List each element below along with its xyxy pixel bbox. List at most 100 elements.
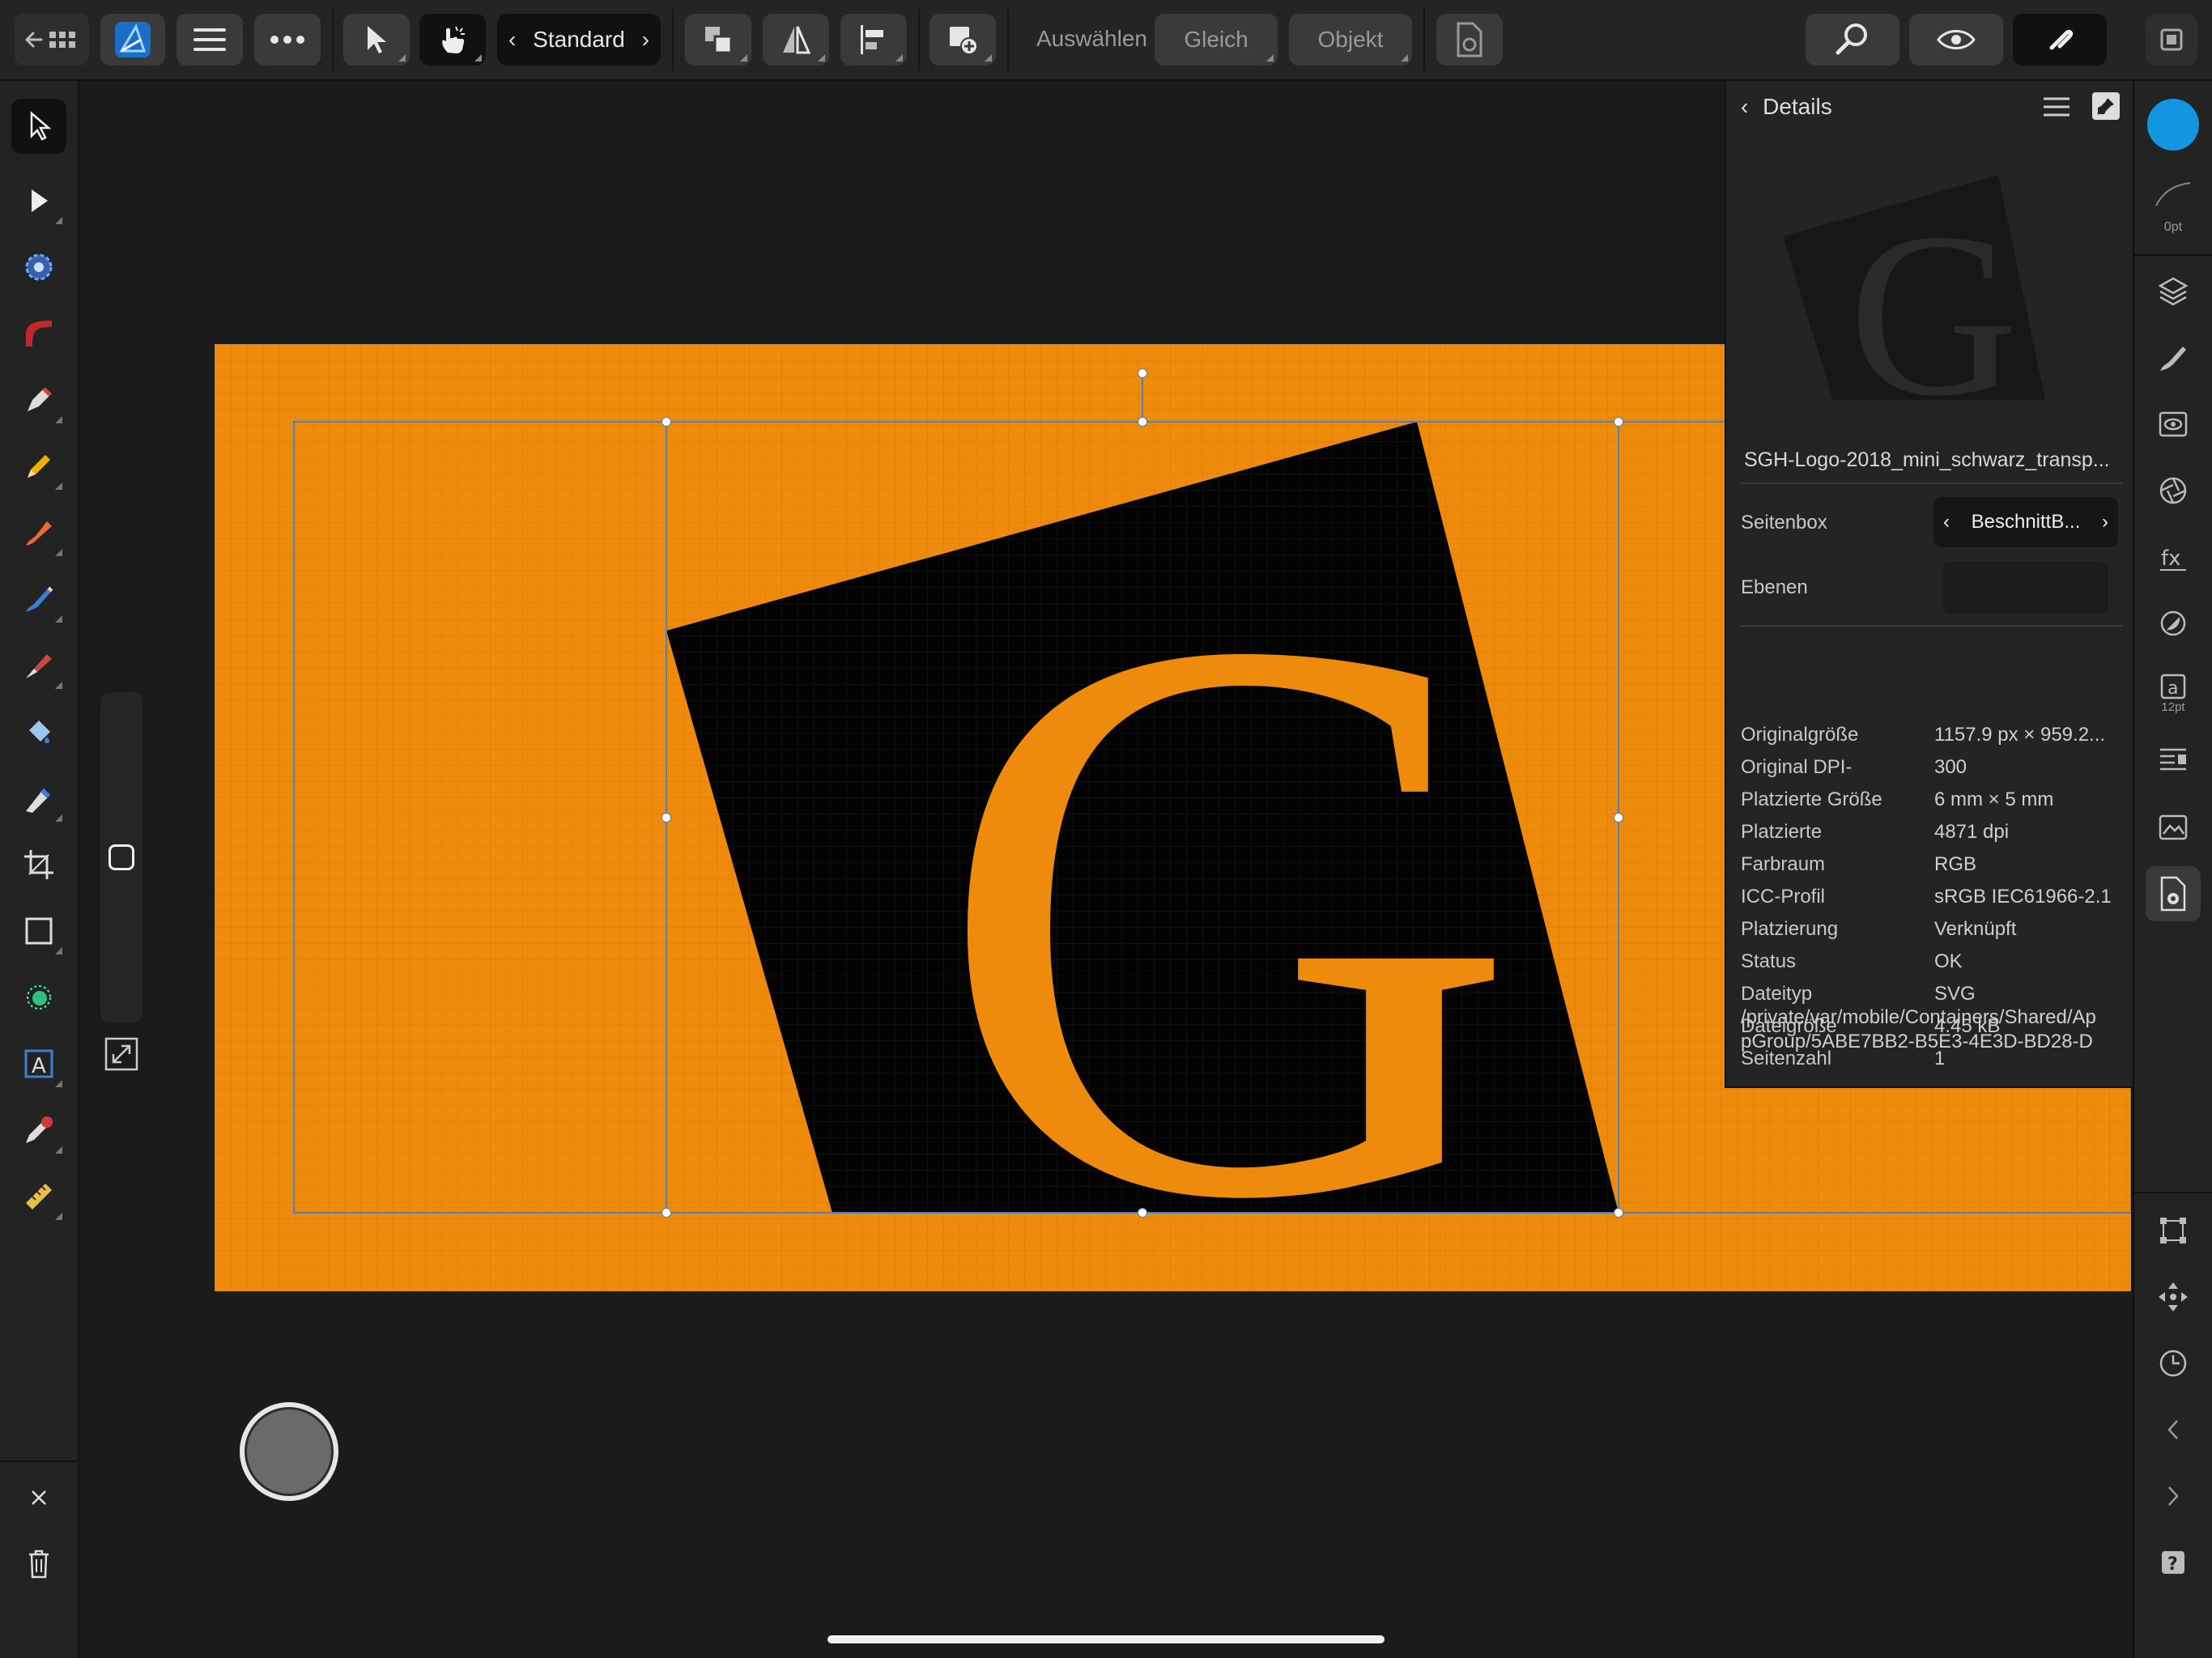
close-button[interactable] bbox=[11, 1470, 66, 1525]
rectangle-tool[interactable] bbox=[11, 903, 66, 959]
snapping-button[interactable] bbox=[2013, 14, 2107, 66]
details-back-button[interactable]: ‹ Details bbox=[1741, 94, 1832, 120]
resize-handle-bottom-right[interactable] bbox=[1614, 1208, 1623, 1218]
select-same-button[interactable]: Gleich bbox=[1155, 14, 1278, 66]
property-key: ICC-Profil bbox=[1741, 886, 1826, 908]
artistic-text-tool[interactable]: A bbox=[11, 1036, 66, 1091]
pencil-tool[interactable] bbox=[11, 439, 66, 494]
symbols-studio-button[interactable] bbox=[2146, 463, 2201, 518]
delete-button[interactable] bbox=[11, 1537, 66, 1592]
document-settings-button[interactable] bbox=[1436, 14, 1503, 66]
back-to-home-button[interactable] bbox=[15, 14, 89, 66]
resize-handle-top-left[interactable] bbox=[661, 417, 671, 427]
transform-studio-button[interactable] bbox=[2146, 1203, 2201, 1258]
transform-list-studio-button[interactable] bbox=[2146, 733, 2201, 789]
property-key: Status bbox=[1741, 950, 1797, 972]
fill-tool[interactable] bbox=[11, 704, 66, 759]
document-gear-icon bbox=[1457, 22, 1482, 57]
page-box-selector[interactable]: ‹ BeschnittB... › bbox=[1933, 497, 2118, 547]
chevron-left-icon[interactable]: ‹ bbox=[508, 27, 516, 53]
view-zoom-button[interactable] bbox=[1806, 14, 1899, 66]
text-styles-studio-button[interactable]: a 12pt bbox=[2146, 662, 2201, 724]
measure-tool[interactable] bbox=[11, 1169, 66, 1224]
navigator-studio-button[interactable] bbox=[2146, 1269, 2201, 1324]
toolbar-divider bbox=[672, 8, 674, 71]
align-button[interactable] bbox=[840, 14, 907, 66]
resource-manager-studio-button[interactable] bbox=[2146, 866, 2201, 921]
persona-mode-selector[interactable]: ‹ Standard › bbox=[497, 14, 661, 66]
pen-tool[interactable] bbox=[11, 372, 66, 427]
studio-divider bbox=[2134, 254, 2212, 256]
layers-selector[interactable] bbox=[1943, 562, 2108, 614]
chevron-left-icon[interactable]: ‹ bbox=[1943, 511, 1950, 534]
resize-handle-top[interactable] bbox=[1138, 417, 1147, 427]
studio-toggle-button[interactable] bbox=[2146, 14, 2197, 66]
resource-path-line: pGroup/5ABE7BB2-B5E3-4E3D-BD28-D bbox=[1741, 1031, 2093, 1052]
move-tool[interactable] bbox=[11, 99, 66, 154]
move-arrows-icon bbox=[2159, 1282, 2188, 1312]
appearance-studio-button[interactable] bbox=[2146, 397, 2201, 452]
styles-studio-button[interactable] bbox=[2146, 596, 2201, 651]
selection-mode-button[interactable] bbox=[343, 14, 410, 66]
home-indicator[interactable] bbox=[827, 1635, 1385, 1643]
resize-handle-right[interactable] bbox=[1614, 813, 1623, 823]
context-slider[interactable] bbox=[100, 692, 143, 1022]
hamburger-icon bbox=[194, 28, 226, 51]
stroke-width-button[interactable] bbox=[2146, 172, 2201, 217]
arrange-button[interactable] bbox=[685, 14, 751, 66]
resize-handle-bottom-left[interactable] bbox=[661, 1208, 671, 1218]
shape-builder-tool[interactable] bbox=[11, 970, 66, 1025]
details-menu-button[interactable] bbox=[2042, 96, 2074, 120]
boolean-add-button[interactable] bbox=[929, 14, 996, 66]
property-key: Platzierte bbox=[1741, 821, 1823, 843]
layers-studio-button[interactable] bbox=[2146, 264, 2201, 319]
resize-handle-bottom[interactable] bbox=[1138, 1208, 1147, 1218]
node-tool[interactable] bbox=[11, 173, 66, 228]
corner-tool-icon bbox=[25, 253, 53, 281]
pixel-brush-tool[interactable] bbox=[11, 638, 66, 693]
crop-tool[interactable] bbox=[11, 837, 66, 892]
more-options-button[interactable] bbox=[254, 14, 321, 66]
corner-tool[interactable] bbox=[11, 240, 66, 295]
node-arrow-icon bbox=[32, 189, 48, 212]
property-key: Dateityp bbox=[1741, 983, 1813, 1005]
collapse-studio-right-button[interactable] bbox=[2146, 1469, 2201, 1524]
collapse-studio-left-button[interactable] bbox=[2146, 1402, 2201, 1457]
help-button[interactable]: ? bbox=[2146, 1535, 2201, 1590]
brush-icon bbox=[2160, 346, 2186, 371]
slider-thumb[interactable] bbox=[108, 844, 134, 870]
select-object-label: Objekt bbox=[1317, 27, 1384, 52]
chevron-right-icon[interactable]: › bbox=[2102, 511, 2108, 534]
resize-handle-top-right[interactable] bbox=[1614, 417, 1623, 427]
scale-toggle-button[interactable] bbox=[104, 1036, 139, 1072]
main-menu-button[interactable] bbox=[177, 14, 243, 66]
property-key: Originalgröße bbox=[1741, 724, 1859, 746]
touch-mode-button[interactable] bbox=[419, 14, 486, 66]
rotation-handle[interactable] bbox=[1138, 368, 1147, 378]
vector-brush-tool[interactable] bbox=[11, 505, 66, 560]
flip-button[interactable] bbox=[763, 14, 829, 66]
command-controller[interactable] bbox=[240, 1402, 338, 1501]
history-studio-button[interactable] bbox=[2146, 1336, 2201, 1391]
designer-persona-button[interactable] bbox=[100, 14, 165, 66]
contour-tool[interactable] bbox=[11, 306, 66, 361]
property-value: sRGB IEC61966-2.1 bbox=[1933, 886, 2112, 908]
eye-view-icon bbox=[1937, 30, 1976, 49]
fill-brush-tool[interactable] bbox=[11, 572, 66, 627]
view-mode-button[interactable] bbox=[1909, 14, 2003, 66]
resize-handle-left[interactable] bbox=[661, 813, 671, 823]
select-object-button[interactable]: Objekt bbox=[1289, 14, 1412, 66]
property-key: Farbraum bbox=[1741, 853, 1826, 875]
transparency-tool[interactable] bbox=[11, 771, 66, 826]
chevron-right-icon[interactable]: › bbox=[642, 27, 649, 53]
paint-bucket-icon bbox=[29, 721, 50, 743]
brushes-studio-button[interactable] bbox=[2146, 330, 2201, 385]
effects-studio-button[interactable]: fx bbox=[2146, 529, 2201, 585]
fill-color-swatch[interactable] bbox=[2147, 99, 2199, 151]
property-row: Original DPI- 300 bbox=[1741, 751, 2121, 784]
property-key: Platzierung bbox=[1741, 918, 1839, 940]
color-picker-tool[interactable] bbox=[11, 1103, 66, 1158]
pin-panel-button[interactable] bbox=[2092, 92, 2120, 120]
assets-studio-button[interactable] bbox=[2146, 800, 2201, 855]
text-frame-icon: A bbox=[24, 1049, 53, 1078]
